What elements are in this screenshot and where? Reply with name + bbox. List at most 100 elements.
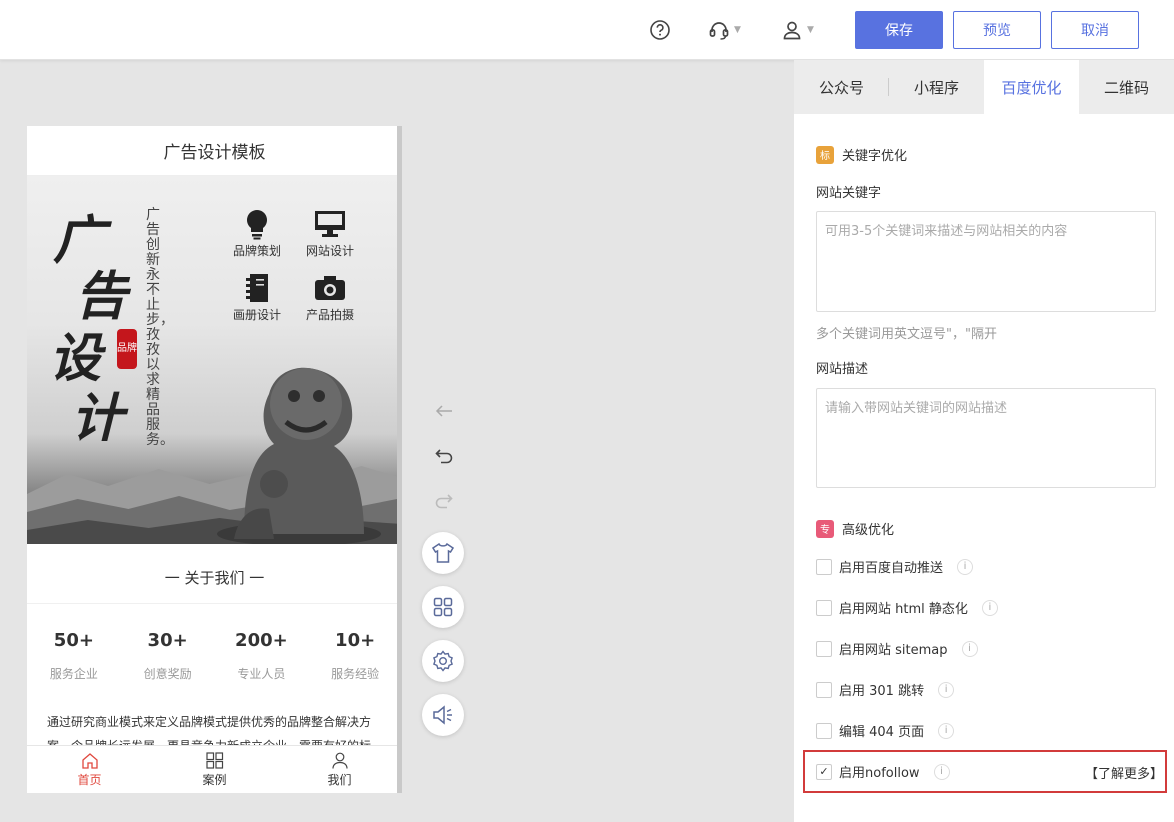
option-301-redirect[interactable]: 启用 301 跳转 i bbox=[816, 680, 955, 699]
info-icon[interactable]: i bbox=[938, 681, 955, 698]
option-baidu-push[interactable]: 启用百度自动推送 i bbox=[816, 557, 974, 576]
phone-scrollbar[interactable] bbox=[397, 126, 402, 793]
info-icon[interactable]: i bbox=[981, 599, 998, 616]
service-brochure-design[interactable]: 画册设计 bbox=[225, 270, 289, 323]
stat-item: 50+ 服务企业 bbox=[34, 630, 114, 682]
support-button[interactable]: ▼ bbox=[708, 16, 741, 44]
speaker-icon bbox=[433, 705, 452, 725]
save-button[interactable]: 保存 bbox=[855, 11, 943, 49]
brand-seal: 品牌 bbox=[117, 329, 137, 369]
advanced-section-header: 专 高级优化 bbox=[816, 519, 894, 538]
phone-preview: 广告设计模板 广 告 设 计 品牌 广告创新永不止步，孜孜以求精品服务。 品牌策… bbox=[27, 126, 402, 793]
nav-item-cases[interactable]: 案例 bbox=[152, 746, 277, 793]
arrow-left-icon bbox=[435, 405, 452, 417]
headset-icon bbox=[709, 22, 729, 40]
settings-panel: 公众号 小程序 百度优化 二维码 标 关键字优化 网站关键字 可用3-5个关键词… bbox=[794, 60, 1174, 822]
stat-item: 10+ 服务经验 bbox=[315, 630, 395, 682]
monitor-icon bbox=[315, 211, 345, 237]
shirt-icon bbox=[432, 543, 454, 563]
info-icon[interactable]: i bbox=[938, 722, 955, 739]
back-tool[interactable] bbox=[433, 400, 455, 422]
nav-item-home[interactable]: 首页 bbox=[27, 746, 152, 793]
undo-icon bbox=[435, 449, 453, 464]
description-label: 网站描述 bbox=[816, 362, 869, 377]
chevron-down-icon: ▼ bbox=[807, 25, 814, 35]
description-input[interactable]: 请输入带网站关键词的网站描述 bbox=[816, 388, 1156, 488]
stat-number: 200+ bbox=[235, 630, 288, 651]
announcement-tool-button[interactable] bbox=[422, 694, 464, 736]
stat-number: 10+ bbox=[335, 630, 376, 651]
theme-tool-button[interactable] bbox=[422, 532, 464, 574]
checkbox[interactable] bbox=[816, 640, 832, 657]
redo-icon bbox=[435, 494, 453, 509]
checkbox[interactable] bbox=[816, 722, 832, 739]
phone-bottom-nav: 首页 案例 我们 bbox=[27, 745, 402, 793]
stat-label: 专业人员 bbox=[237, 667, 286, 681]
help-button[interactable] bbox=[649, 16, 671, 44]
panel-tabs: 公众号 小程序 百度优化 二维码 bbox=[794, 60, 1174, 114]
learn-more-link[interactable]: 【了解更多】 bbox=[1085, 763, 1163, 782]
banner-slogan: 广告创新永不止步，孜孜以求精品服务。 bbox=[146, 207, 174, 448]
redo-tool[interactable] bbox=[433, 490, 455, 512]
home-icon bbox=[81, 752, 98, 769]
checkbox[interactable] bbox=[816, 681, 832, 698]
service-product-photo[interactable]: 产品拍摄 bbox=[298, 270, 362, 323]
service-web-design[interactable]: 网站设计 bbox=[298, 206, 362, 259]
nav-item-about[interactable]: 我们 bbox=[277, 746, 402, 793]
keywords-input[interactable]: 可用3-5个关键词来描述与网站相关的内容 bbox=[816, 211, 1156, 312]
person-icon bbox=[331, 752, 348, 769]
option-sitemap[interactable]: 启用网站 sitemap i bbox=[816, 639, 978, 658]
top-toolbar: ▼ ▼ 保存 预览 取消 bbox=[0, 0, 1174, 60]
stat-label: 创意奖励 bbox=[143, 667, 192, 681]
tab-mini-program[interactable]: 小程序 bbox=[889, 60, 984, 114]
settings-tool-button[interactable] bbox=[422, 640, 464, 682]
stats-row: 50+ 服务企业 30+ 创意奖励 200+ 专业人员 10+ 服务经验 bbox=[27, 604, 402, 682]
service-label: 品牌策划 bbox=[232, 244, 281, 258]
keyword-section-header: 标 关键字优化 bbox=[816, 145, 907, 164]
undo-tool[interactable] bbox=[433, 445, 455, 467]
settings-icon bbox=[433, 650, 453, 672]
chevron-down-icon: ▼ bbox=[734, 25, 741, 35]
service-label: 产品拍摄 bbox=[305, 308, 354, 322]
about-us-heading: 一 关于我们 一 bbox=[27, 552, 402, 604]
preview-button[interactable]: 预览 bbox=[953, 11, 1041, 49]
service-label: 画册设计 bbox=[232, 308, 281, 322]
keywords-hint: 多个关键词用英文逗号"，"隔开 bbox=[816, 327, 997, 342]
section-title: 关键字优化 bbox=[842, 149, 908, 164]
keywords-label: 网站关键字 bbox=[816, 186, 882, 201]
section-title: 高级优化 bbox=[842, 523, 895, 538]
stat-label: 服务企业 bbox=[49, 667, 98, 681]
info-icon[interactable]: i bbox=[961, 640, 978, 657]
tab-baidu-seo[interactable]: 百度优化 bbox=[984, 60, 1079, 114]
hero-banner[interactable]: 广 告 设 计 品牌 广告创新永不止步，孜孜以求精品服务。 品牌策划 网站设计 … bbox=[27, 176, 402, 544]
stat-item: 30+ 创意奖励 bbox=[128, 630, 208, 682]
user-icon bbox=[783, 21, 801, 40]
notebook-icon bbox=[246, 274, 268, 302]
camera-icon bbox=[315, 276, 345, 300]
checkbox[interactable] bbox=[816, 558, 832, 575]
banner-char: 计 bbox=[71, 388, 124, 449]
stone-lion-image bbox=[217, 367, 381, 544]
service-label: 网站设计 bbox=[305, 244, 354, 258]
advanced-badge-icon: 专 bbox=[816, 519, 834, 538]
page-title: 广告设计模板 bbox=[27, 126, 402, 176]
user-menu-button[interactable]: ▼ bbox=[781, 16, 814, 44]
stat-label: 服务经验 bbox=[331, 667, 380, 681]
option-404-page[interactable]: 编辑 404 页面 i bbox=[816, 721, 955, 740]
option-html-static[interactable]: 启用网站 html 静态化 i bbox=[816, 598, 998, 617]
cancel-button[interactable]: 取消 bbox=[1051, 11, 1139, 49]
modules-tool-button[interactable] bbox=[422, 586, 464, 628]
stat-number: 30+ bbox=[147, 630, 188, 651]
service-brand-planning[interactable]: 品牌策划 bbox=[225, 206, 289, 259]
question-circle-icon bbox=[650, 20, 670, 40]
info-icon[interactable]: i bbox=[957, 558, 974, 575]
grid-icon bbox=[205, 751, 223, 769]
apps-icon bbox=[433, 597, 453, 617]
keyword-badge-icon: 标 bbox=[816, 145, 834, 164]
checkbox[interactable] bbox=[816, 599, 832, 616]
lightbulb-icon bbox=[247, 210, 267, 240]
tab-official-account[interactable]: 公众号 bbox=[794, 60, 889, 114]
stat-item: 200+ 专业人员 bbox=[221, 630, 301, 682]
tab-qr-code[interactable]: 二维码 bbox=[1079, 60, 1174, 114]
stat-number: 50+ bbox=[53, 630, 94, 651]
